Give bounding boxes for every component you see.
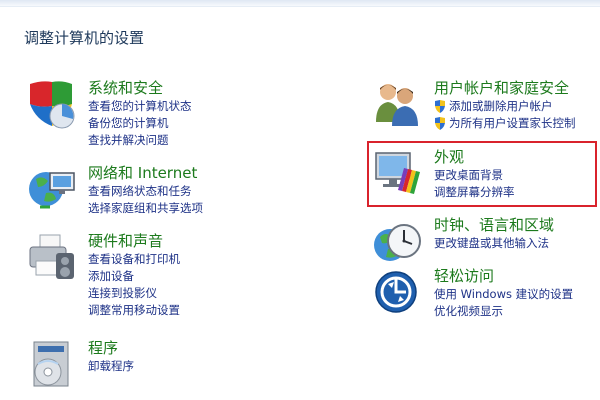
link-screen-resolution[interactable]: 调整屏幕分辨率: [434, 184, 515, 201]
link-uninstall[interactable]: 卸载程序: [88, 358, 134, 375]
shield-pie-icon[interactable]: [26, 78, 78, 130]
category-title[interactable]: 轻松访问: [434, 266, 573, 286]
link-label: 为所有用户设置家长控制: [449, 116, 576, 130]
link-network-status[interactable]: 查看网络状态和任务: [88, 183, 203, 200]
link-projector[interactable]: 连接到投影仪: [88, 285, 180, 302]
uac-shield-icon: [435, 117, 445, 130]
users-icon[interactable]: [372, 78, 424, 130]
category-title[interactable]: 网络和 Internet: [88, 163, 203, 183]
link-devices-printers[interactable]: 查看设备和打印机: [88, 251, 180, 268]
category-title[interactable]: 外观: [434, 147, 515, 167]
printer-icon[interactable]: [26, 231, 78, 283]
clock-globe-icon[interactable]: [372, 215, 424, 267]
page-title: 调整计算机的设置: [24, 29, 145, 47]
link-mobility-settings[interactable]: 调整常用移动设置: [88, 302, 180, 319]
uac-shield-icon: [435, 100, 445, 113]
link-windows-suggested-settings[interactable]: 使用 Windows 建议的设置: [434, 286, 573, 303]
link-desktop-background[interactable]: 更改桌面背景: [434, 167, 515, 184]
category-title[interactable]: 硬件和声音: [88, 231, 180, 251]
link-add-device[interactable]: 添加设备: [88, 268, 180, 285]
monitor-palette-icon[interactable]: [372, 147, 424, 199]
network-globe-icon[interactable]: [26, 163, 78, 215]
category-title[interactable]: 用户帐户和家庭安全: [434, 78, 576, 98]
link-parental-controls[interactable]: 为所有用户设置家长控制: [434, 115, 576, 132]
link-label: 添加或删除用户帐户: [449, 99, 553, 113]
link-view-status[interactable]: 查看您的计算机状态: [88, 98, 192, 115]
link-backup[interactable]: 备份您的计算机: [88, 115, 192, 132]
ease-of-access-icon[interactable]: [372, 266, 424, 318]
window-top-edge: [0, 0, 600, 7]
link-add-remove-accounts[interactable]: 添加或删除用户帐户: [434, 98, 576, 115]
category-title[interactable]: 程序: [88, 338, 134, 358]
programs-disc-icon[interactable]: [26, 338, 78, 390]
link-troubleshoot[interactable]: 查找并解决问题: [88, 132, 192, 149]
link-homegroup[interactable]: 选择家庭组和共享选项: [88, 200, 203, 217]
category-title[interactable]: 系统和安全: [88, 78, 192, 98]
link-optimize-visual[interactable]: 优化视频显示: [434, 303, 573, 320]
link-keyboard-input[interactable]: 更改键盘或其他输入法: [434, 235, 554, 252]
category-title[interactable]: 时钟、语言和区域: [434, 215, 554, 235]
